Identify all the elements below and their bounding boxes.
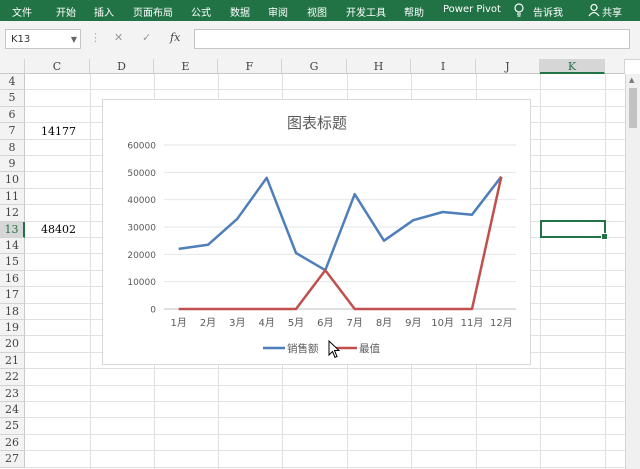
- x-tick-label: 5月: [288, 317, 304, 329]
- row-header-20[interactable]: 20: [0, 336, 25, 353]
- row-header-12[interactable]: 12: [0, 205, 25, 222]
- x-tick-label: 1月: [170, 317, 186, 329]
- tell-me-search[interactable]: 告诉我: [533, 4, 563, 19]
- scroll-thumb[interactable]: [629, 88, 637, 128]
- row-header-8[interactable]: 8: [0, 139, 25, 156]
- tab-formulas[interactable]: 公式: [191, 4, 211, 19]
- row-header-19[interactable]: 19: [0, 320, 25, 337]
- row-header-4[interactable]: 4: [0, 74, 25, 91]
- row-header-16[interactable]: 16: [0, 270, 25, 288]
- x-tick-label: 7月: [346, 317, 362, 329]
- tab-data[interactable]: 数据: [230, 4, 250, 19]
- x-tick-label: 8月: [376, 317, 392, 329]
- row-header-18[interactable]: 18: [0, 303, 25, 320]
- series-line-2[interactable]: [178, 176, 503, 311]
- row-header-23[interactable]: 23: [0, 385, 25, 402]
- tab-home[interactable]: 开始: [56, 4, 76, 19]
- tab-review[interactable]: 审阅: [268, 4, 288, 19]
- tab-help[interactable]: 帮助: [404, 4, 424, 19]
- chart-canvas: 图表标题 0 10000 20000 30000 40000 50000 60000 1月 2…: [127, 114, 516, 355]
- legend-label-1[interactable]: 销售额: [287, 342, 319, 355]
- row-header-6[interactable]: 6: [0, 106, 25, 124]
- formula-input[interactable]: [194, 29, 630, 49]
- cell-c7[interactable]: 14177: [41, 125, 76, 138]
- row-header-22[interactable]: 22: [0, 369, 25, 386]
- col-header-partial[interactable]: [605, 59, 625, 74]
- x-tick-label: 9月: [405, 317, 421, 329]
- enter-icon[interactable]: ✓: [142, 31, 151, 44]
- row-header-24[interactable]: 24: [0, 402, 25, 419]
- y-tick-label: 10000: [127, 278, 156, 288]
- row-header-15[interactable]: 15: [0, 254, 25, 271]
- y-tick-label: 40000: [127, 196, 156, 206]
- insert-function-icon[interactable]: fx: [170, 31, 180, 44]
- y-tick-label: 20000: [127, 251, 156, 261]
- share-button[interactable]: 共享: [602, 4, 622, 19]
- mouse-cursor-icon: [328, 340, 341, 359]
- active-cell-k13[interactable]: [540, 220, 608, 240]
- col-header-h[interactable]: H: [347, 59, 411, 74]
- vertical-scrollbar[interactable]: ▲: [625, 74, 640, 469]
- select-all-corner[interactable]: [0, 59, 25, 74]
- tab-insert[interactable]: 插入: [94, 4, 114, 19]
- x-tick-label: 11月: [461, 317, 484, 329]
- legend-label-2[interactable]: 最值: [359, 342, 380, 355]
- scroll-up-icon[interactable]: ▲: [629, 76, 634, 84]
- row-header-14[interactable]: 14: [0, 238, 25, 255]
- tab-page-layout[interactable]: 页面布局: [133, 4, 173, 19]
- col-header-j[interactable]: J: [476, 59, 540, 74]
- x-tick-label: 10月: [431, 317, 454, 329]
- chart-title[interactable]: 图表标题: [287, 114, 347, 132]
- col-header-e[interactable]: E: [154, 59, 218, 74]
- y-tick-label: 0: [150, 306, 156, 316]
- tab-power-pivot[interactable]: Power Pivot: [443, 4, 501, 15]
- col-header-g[interactable]: G: [282, 59, 347, 74]
- name-box-dropdown-icon[interactable]: ▼: [71, 30, 77, 50]
- row-header-13[interactable]: 13: [0, 221, 25, 238]
- x-tick-label: 12月: [490, 317, 513, 329]
- series-line-1[interactable]: [178, 175, 503, 272]
- row-header-21[interactable]: 21: [0, 352, 25, 370]
- x-tick-label: 6月: [317, 317, 333, 329]
- row-header-10[interactable]: 10: [0, 172, 25, 189]
- more-options-icon[interactable]: ⋮: [90, 31, 101, 44]
- col-header-f[interactable]: F: [218, 59, 282, 74]
- row-header-7[interactable]: 7: [0, 123, 25, 140]
- name-box-value: K13: [11, 34, 31, 45]
- tab-file[interactable]: 文件: [12, 4, 32, 19]
- y-tick-label: 30000: [127, 224, 156, 234]
- person-icon[interactable]: [588, 3, 600, 17]
- fill-handle[interactable]: [601, 233, 608, 240]
- row-header-9[interactable]: 9: [0, 156, 25, 173]
- row-header-17[interactable]: 17: [0, 287, 25, 304]
- x-tick-label: 4月: [258, 317, 274, 329]
- row-header-5[interactable]: 5: [0, 90, 25, 107]
- formula-bar-area: K13 ▼ ⋮ ✕ ✓ fx: [0, 21, 640, 60]
- x-tick-label: 3月: [229, 317, 245, 329]
- cell-c13[interactable]: 48402: [41, 223, 76, 236]
- y-tick-label: 60000: [127, 142, 156, 152]
- tab-view[interactable]: 视图: [307, 4, 327, 19]
- tab-developer[interactable]: 开发工具: [346, 4, 386, 19]
- line-chart[interactable]: 图表标题 0 10000 20000 30000 40000 50000 60000 1月 2…: [102, 99, 531, 365]
- col-header-k[interactable]: K: [540, 59, 605, 74]
- col-header-i[interactable]: I: [411, 59, 476, 74]
- row-header-27[interactable]: 27: [0, 451, 25, 468]
- row-header-11[interactable]: 11: [0, 188, 25, 206]
- row-header-26[interactable]: 26: [0, 434, 25, 452]
- name-box[interactable]: K13 ▼: [5, 29, 81, 49]
- x-tick-label: 2月: [200, 317, 216, 329]
- col-header-d[interactable]: D: [90, 59, 154, 74]
- y-tick-label: 50000: [127, 169, 156, 179]
- ribbon-tabs: 文件 开始 插入 页面布局 公式 数据 审阅 视图 开发工具 帮助 Power …: [0, 0, 640, 21]
- row-header-25[interactable]: 25: [0, 418, 25, 435]
- lightbulb-icon[interactable]: [513, 3, 525, 17]
- cancel-icon[interactable]: ✕: [114, 31, 123, 44]
- col-header-c[interactable]: C: [25, 59, 90, 74]
